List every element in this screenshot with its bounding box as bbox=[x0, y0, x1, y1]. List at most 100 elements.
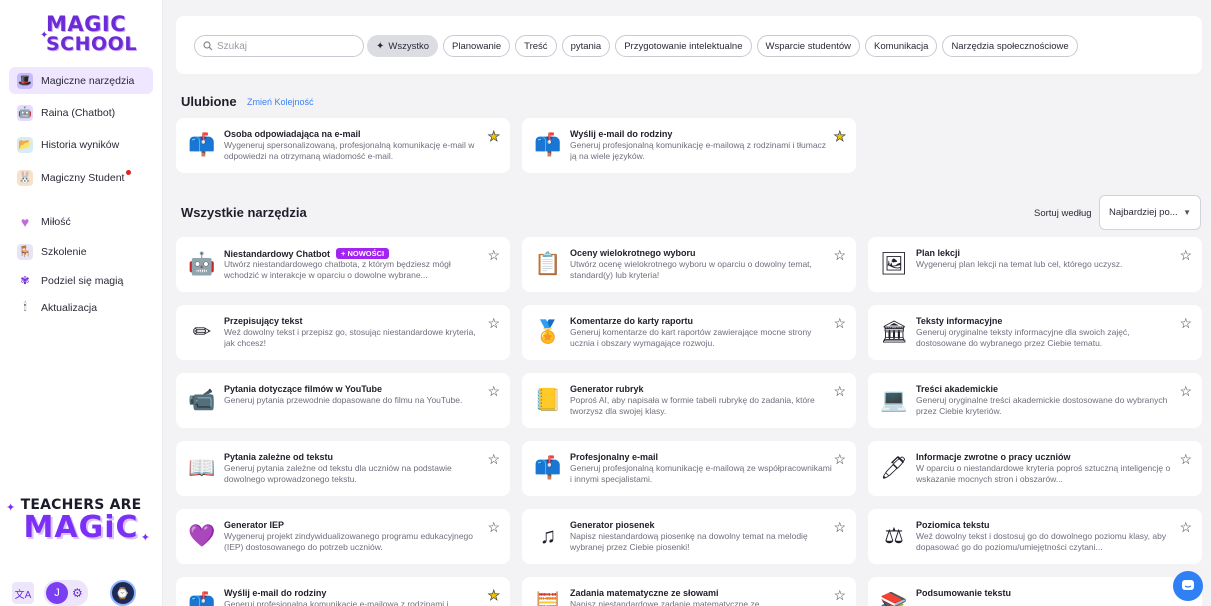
tool-card-description: Generuj profesjonalną komunikację e-mail… bbox=[570, 463, 832, 484]
chip-label: Narzędzia społecznościowe bbox=[951, 40, 1069, 52]
chip-intellectual-prep[interactable]: Przygotowanie intelektualne bbox=[615, 35, 752, 57]
tool-card[interactable]: ✏ Przepisujący tekst Weź dowolny tekst i p… bbox=[176, 305, 510, 360]
star-outline-icon[interactable]: ☆ bbox=[833, 451, 846, 468]
star-outline-icon[interactable]: ☆ bbox=[833, 247, 846, 264]
chip-student-support[interactable]: Wsparcie studentów bbox=[756, 35, 861, 57]
star-outline-icon[interactable]: ☆ bbox=[1179, 247, 1192, 264]
sidebar-item-magic-student[interactable]: 🐰 Magiczny Student bbox=[9, 164, 153, 191]
sidebar-item-share-magic[interactable]: ✾ Podziel się magią bbox=[9, 267, 153, 294]
tool-card[interactable]: 📫 Wyślij e-mail do rodziny Generuj profesj… bbox=[522, 118, 856, 173]
chip-communication[interactable]: Komunikacja bbox=[865, 35, 938, 57]
star-outline-icon[interactable]: ☆ bbox=[487, 519, 500, 536]
sidebar-item-magic-tools[interactable]: 🎩 Magiczne narzędzia bbox=[9, 67, 153, 94]
star-outline-icon[interactable]: ☆ bbox=[487, 451, 500, 468]
sort-label: Sortuj według bbox=[1034, 208, 1092, 219]
tool-card[interactable]: 📖 Pytania zależne od tekstu Generuj pytani… bbox=[176, 441, 510, 496]
sidebar-item-label: Magiczne narzędzia bbox=[41, 74, 135, 87]
book-icon: 📖 bbox=[188, 455, 216, 480]
tool-card[interactable]: ♫ Generator piosenek Napisz niestandardową… bbox=[522, 509, 856, 564]
star-filled-icon[interactable]: ★ bbox=[487, 587, 500, 604]
tool-card[interactable]: 📋 Oceny wielokrotnego wyboru Utwórz ocenę … bbox=[522, 237, 856, 292]
reorder-link[interactable]: Zmień Kolejność bbox=[247, 97, 314, 107]
star-filled-icon[interactable]: ★ bbox=[833, 128, 846, 145]
sidebar-item-output-history[interactable]: 📂 Historia wyników bbox=[9, 131, 153, 158]
chip-community-tools[interactable]: Narzędzia społecznościowe bbox=[942, 35, 1078, 57]
tool-card-title: Oceny wielokrotnego wyboru bbox=[570, 248, 696, 258]
sidebar-item-label: Podziel się magią bbox=[41, 274, 124, 287]
scales-icon: ⚖ bbox=[884, 523, 904, 548]
search-icon bbox=[203, 41, 213, 51]
avatar: J bbox=[46, 582, 68, 604]
chip-content[interactable]: Treść bbox=[515, 35, 557, 57]
star-outline-icon[interactable]: ☆ bbox=[487, 383, 500, 400]
chip-all[interactable]: ✦ Wszystko bbox=[367, 35, 439, 57]
star-outline-icon[interactable]: ☆ bbox=[487, 247, 500, 264]
tool-card-description: Generuj profesjonalną komunikację e-mail… bbox=[570, 140, 827, 161]
help-chat-button[interactable] bbox=[1173, 571, 1203, 601]
main-content: ✦Wszystko Planowanie Treść pytania Przyg… bbox=[163, 0, 1211, 606]
translate-icon[interactable]: 文A bbox=[12, 582, 34, 604]
tool-card[interactable]: 📚Podsumowanie tekstu☆ bbox=[868, 577, 1202, 606]
settings-gear-icon[interactable]: ⚙ bbox=[72, 586, 83, 600]
tool-card-title-text: Generator piosenek bbox=[570, 520, 655, 530]
tool-card[interactable]: 📹 Pytania dotyczące filmów w YouTube Gener… bbox=[176, 373, 510, 428]
tool-card-title: Podsumowanie tekstu bbox=[916, 588, 1011, 598]
magic-school-logo[interactable]: ✦ MAGIC SCHOOL bbox=[40, 14, 136, 58]
tool-card[interactable]: 🏛 Teksty informacyjne Generuj oryginalne t… bbox=[868, 305, 1202, 360]
tool-card-title: Teksty informacyjne bbox=[916, 316, 1002, 326]
tool-card[interactable]: ⚖ Poziomica tekstu Weź dowolny tekst i dos… bbox=[868, 509, 1202, 564]
video-camera-icon: 📹 bbox=[188, 387, 216, 412]
laptop-icon: 💻 bbox=[880, 387, 908, 412]
star-outline-icon[interactable]: ☆ bbox=[1179, 451, 1192, 468]
search-box[interactable] bbox=[194, 35, 364, 57]
star-outline-icon[interactable]: ☆ bbox=[1179, 519, 1192, 536]
tool-card[interactable]: 💻 Treści akademickie Generuj oryginalne tr… bbox=[868, 373, 1202, 428]
medal-icon: 🏅 bbox=[534, 319, 562, 344]
star-outline-icon[interactable]: ☆ bbox=[833, 315, 846, 332]
mailbox-icon: 📫 bbox=[534, 455, 562, 480]
tool-card-description: Poproś AI, aby napisała w formie tabeli … bbox=[570, 395, 815, 416]
tool-card-title-text: Poziomica tekstu bbox=[916, 520, 990, 530]
tool-card[interactable]: 💜 Generator IEP Wygeneruj projekt zindywid… bbox=[176, 509, 510, 564]
star-outline-icon[interactable]: ☆ bbox=[833, 519, 846, 536]
sidebar-item-label: Szkolenie bbox=[41, 245, 87, 258]
chip-planning[interactable]: Planowanie bbox=[443, 35, 511, 57]
star-outline-icon[interactable]: ☆ bbox=[1179, 383, 1192, 400]
tool-card[interactable]: 📒 Generator rubryk Poproś AI, aby napisała… bbox=[522, 373, 856, 428]
chip-questions[interactable]: pytania bbox=[561, 35, 611, 57]
sidebar-item-love[interactable]: ♥ Miłość bbox=[9, 208, 153, 235]
sidebar-item-training[interactable]: 🪑 Szkolenie bbox=[9, 238, 153, 265]
mailbox-icon: 📫 bbox=[188, 132, 216, 157]
tool-card-description: Weź dowolny tekst i przepisz go, stosują… bbox=[224, 327, 476, 348]
search-input[interactable] bbox=[217, 40, 357, 52]
mailbox-icon: 📫 bbox=[188, 591, 216, 606]
star-outline-icon[interactable]: ☆ bbox=[833, 383, 846, 400]
sort-value: Najbardziej po... bbox=[1109, 207, 1178, 218]
tool-card-description: Generuj profesjonalną komunikację e-mail… bbox=[224, 599, 449, 606]
tool-card[interactable]: 📫 Profesjonalny e-mail Generuj profesjonal… bbox=[522, 441, 856, 496]
sidebar-item-upgrade[interactable]: 🕯 Aktualizacja bbox=[9, 294, 153, 321]
sort-select[interactable]: Najbardziej po... ▼ bbox=[1099, 195, 1201, 230]
star-filled-icon[interactable]: ★ bbox=[487, 128, 500, 145]
account-menu[interactable]: J ⚙ bbox=[44, 580, 88, 606]
tool-card[interactable]: 📫 Osoba odpowiadająca na e-mail Wygeneruj … bbox=[176, 118, 510, 173]
star-outline-icon[interactable]: ☆ bbox=[487, 315, 500, 332]
tool-card[interactable]: 🖼 Plan lekcji Wygeneruj plan lekcji na tem… bbox=[868, 237, 1202, 292]
tool-card-title-text: Przepisujący tekst bbox=[224, 316, 303, 326]
speedometer-icon[interactable]: ⌚ bbox=[109, 580, 136, 606]
tool-card-title: Informacje zwrotne o pracy uczniów bbox=[916, 452, 1071, 462]
star-outline-icon[interactable]: ☆ bbox=[1179, 315, 1192, 332]
tool-card-title-text: Niestandardowy Chatbot bbox=[224, 249, 331, 259]
chip-label: Komunikacja bbox=[874, 40, 929, 52]
tool-card-title: Zadania matematyczne ze słowami bbox=[570, 588, 719, 598]
tool-card-title: Generator IEP bbox=[224, 520, 284, 530]
sidebar-item-raina-chatbot[interactable]: 🤖 Raina (Chatbot) bbox=[9, 99, 153, 126]
tool-card[interactable]: 📫 Wyślij e-mail do rodziny Generuj profesj… bbox=[176, 577, 510, 606]
tool-card[interactable]: 🏅 Komentarze do karty raportu Generuj kome… bbox=[522, 305, 856, 360]
tool-card-description: Generuj komentarze do kart raportów zawi… bbox=[570, 327, 812, 348]
tool-card[interactable]: 🧮 Zadania matematyczne ze słowami Napisz n… bbox=[522, 577, 856, 606]
star-outline-icon[interactable]: ☆ bbox=[833, 587, 846, 604]
tool-card-title: Osoba odpowiadająca na e-mail bbox=[224, 129, 361, 139]
tool-card[interactable]: 🖊 Informacje zwrotne o pracy uczniów W opa… bbox=[868, 441, 1202, 496]
tool-card[interactable]: 🤖 Niestandardowy Chatbot + NOWOŚCI Utwórz n… bbox=[176, 237, 510, 292]
